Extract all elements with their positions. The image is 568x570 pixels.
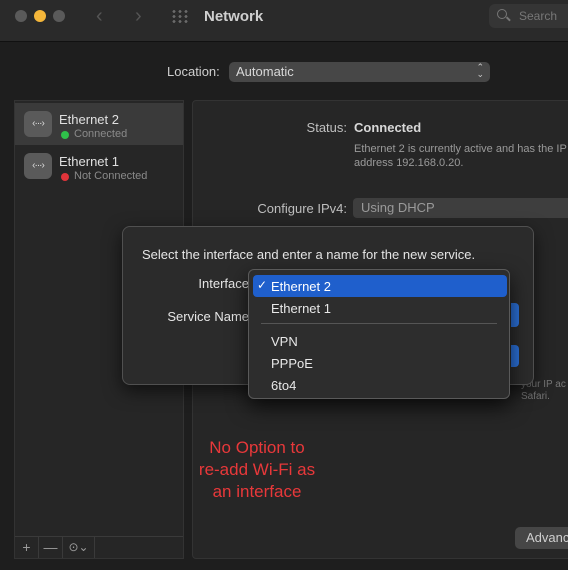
checkmark-icon: ✓ xyxy=(257,278,268,292)
menu-item-pppoe[interactable]: PPPoE xyxy=(253,352,507,374)
status-value: Connected xyxy=(354,120,422,135)
status-dot-green-icon xyxy=(61,131,69,139)
location-label: Location: xyxy=(167,64,220,79)
annotation-line-3: an interface xyxy=(212,482,302,501)
configure-ipv4-value: Using DHCP xyxy=(361,200,435,215)
forward-arrow-icon[interactable]: › xyxy=(135,5,142,28)
advanced-button[interactable]: Advanc xyxy=(515,527,568,549)
menu-item-label: Ethernet 2 xyxy=(271,279,331,294)
ethernet-icon: ‹···› xyxy=(24,111,52,137)
close-window-button[interactable] xyxy=(15,10,27,22)
annotation-line-1: No Option to xyxy=(209,438,305,457)
service-status: Not Connected xyxy=(74,170,148,182)
search-field[interactable]: Search xyxy=(489,4,568,28)
back-arrow-icon[interactable]: ‹ xyxy=(96,5,103,28)
service-name-label: Service Name xyxy=(167,309,249,324)
menu-item-6to4[interactable]: 6to4 xyxy=(253,374,507,396)
search-icon xyxy=(497,9,507,19)
create-button-edge[interactable] xyxy=(511,345,519,367)
menu-item-label: 6to4 xyxy=(271,378,297,393)
menu-item-ethernet-2[interactable]: ✓ Ethernet 2 xyxy=(253,275,507,297)
updown-chevron-icon: ⌃ ⌄ xyxy=(476,62,484,79)
location-value: Automatic xyxy=(236,64,294,79)
add-service-button[interactable]: + xyxy=(15,537,39,558)
window-title: Network xyxy=(204,8,264,25)
actions-menu-button[interactable]: ⊙⌄ xyxy=(63,537,95,558)
menu-item-label: PPPoE xyxy=(271,356,313,371)
service-name-field-edge[interactable] xyxy=(511,303,519,327)
service-name: Ethernet 2 xyxy=(59,112,119,127)
service-status: Connected xyxy=(74,128,128,140)
menu-item-ethernet-1[interactable]: Ethernet 1 xyxy=(253,297,507,319)
remove-service-button[interactable]: — xyxy=(39,537,63,558)
search-placeholder: Search xyxy=(519,9,558,23)
menu-item-vpn[interactable]: VPN xyxy=(253,330,507,352)
status-description: Ethernet 2 is currently active and has t… xyxy=(354,143,567,169)
menu-item-label: Ethernet 1 xyxy=(271,301,331,316)
status-label: Status: xyxy=(306,120,347,135)
dialog-prompt: Select the interface and enter a name fo… xyxy=(142,247,476,262)
interface-label: Interface xyxy=(198,276,249,291)
minimize-window-button[interactable] xyxy=(34,10,46,22)
title-bar: ‹ › Network Search xyxy=(0,0,568,42)
location-select[interactable]: Automatic ⌃ ⌄ xyxy=(229,62,490,82)
ethernet-icon: ‹···› xyxy=(24,153,52,179)
show-all-grid-icon[interactable] xyxy=(171,9,189,23)
service-item-ethernet-1[interactable]: ‹···› Ethernet 1 Not Connected xyxy=(15,145,183,187)
status-dot-red-icon xyxy=(61,173,69,181)
service-name: Ethernet 1 xyxy=(59,154,119,169)
configure-ipv4-select[interactable]: Using DHCP xyxy=(353,198,568,218)
menu-item-label: VPN xyxy=(271,334,298,349)
advanced-button-label: Advanc xyxy=(526,530,568,545)
sidebar-footer: + — ⊙⌄ xyxy=(15,536,183,558)
zoom-window-button[interactable] xyxy=(53,10,65,22)
annotation-line-2: re-add Wi-Fi as xyxy=(198,460,316,479)
service-item-ethernet-2[interactable]: ‹···› Ethernet 2 Connected xyxy=(15,103,183,145)
interface-dropdown-menu: ✓ Ethernet 2 Ethernet 1 VPN PPPoE 6to4 xyxy=(248,269,510,399)
menu-separator xyxy=(261,323,497,324)
annotation-text: No Option to re-add Wi-Fi as an interfac… xyxy=(190,437,324,503)
configure-ipv4-label: Configure IPv4: xyxy=(257,201,347,216)
